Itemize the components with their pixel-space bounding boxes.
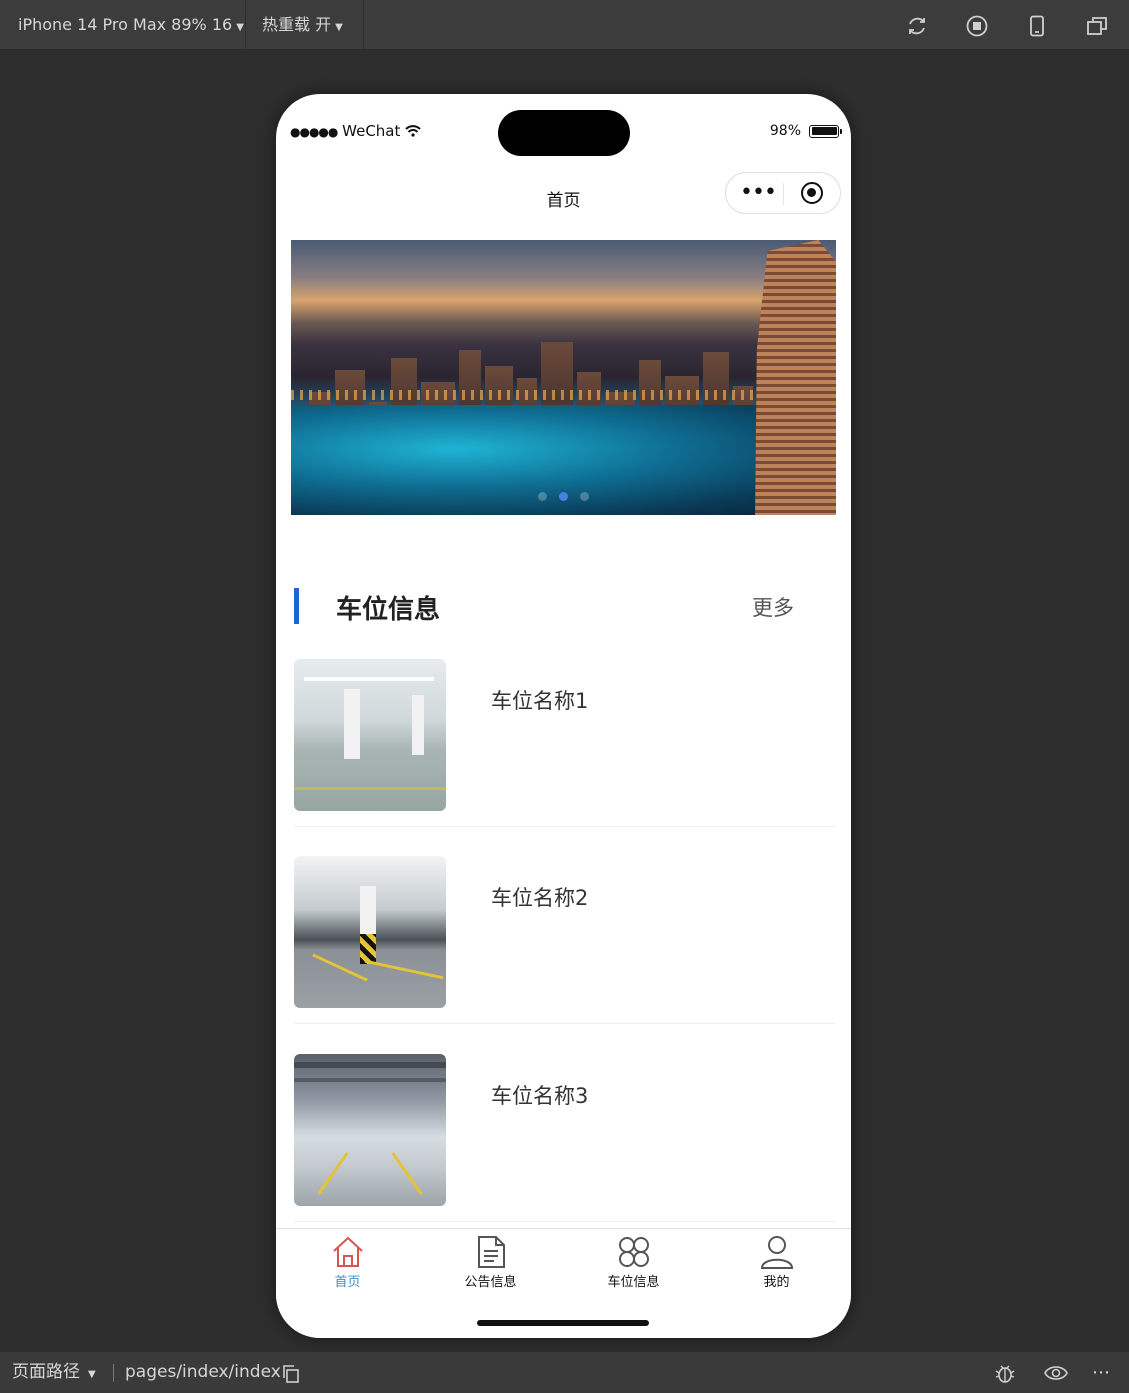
home-icon (332, 1236, 363, 1267)
hot-reload-label: 热重载 开 (262, 15, 332, 34)
banner-carousel[interactable] (291, 240, 836, 515)
parking-thumbnail (294, 659, 446, 811)
tower-building (755, 240, 836, 515)
status-bar-left: ●●●●● WeChat (290, 122, 421, 140)
more-icon[interactable]: ••• (740, 180, 777, 205)
list-item[interactable]: 车位名称2 (294, 856, 835, 1024)
carousel-dot[interactable] (538, 492, 547, 501)
list-item[interactable]: 车位名称3 (294, 1054, 835, 1222)
tab-home[interactable]: 首页 (276, 1235, 419, 1290)
divider (113, 1364, 114, 1382)
tab-profile-label: 我的 (763, 1275, 790, 1290)
chevron-down-icon: ▼ (236, 22, 244, 33)
tab-parking[interactable]: 车位信息 (562, 1235, 705, 1290)
refresh-icon[interactable] (905, 14, 929, 38)
bug-icon[interactable] (994, 1362, 1016, 1384)
status-bar-right: 98% (769, 123, 842, 139)
window-icon[interactable] (1085, 14, 1109, 38)
grid-icon (618, 1237, 649, 1267)
user-icon (760, 1236, 793, 1269)
tab-announcements-label: 公告信息 (464, 1275, 517, 1290)
carousel-dot-active[interactable] (559, 492, 568, 501)
page-path-label: 页面路径 (12, 1362, 80, 1382)
chevron-down-icon: ▼ (88, 1369, 96, 1380)
simulator-status-bar: 页面路径 ▼ pages/index/index ⋯ (0, 1352, 1129, 1393)
dynamic-island (498, 110, 630, 156)
device-selector[interactable]: iPhone 14 Pro Max 89% 16 ▼ (18, 0, 244, 50)
page-path-selector[interactable]: 页面路径 ▼ (12, 1352, 96, 1393)
phone-screen: ●●●●● WeChat 98% 首页 ••• 车位信息 更多 车位名称1 车位… (276, 94, 851, 1338)
parking-thumbnail (294, 856, 446, 1008)
home-indicator (477, 1320, 649, 1326)
battery-percent: 98% (769, 123, 801, 139)
more-link[interactable]: 更多 (752, 592, 794, 622)
battery-icon (809, 124, 842, 138)
tab-profile[interactable]: 我的 (705, 1235, 848, 1290)
carousel-dot[interactable] (580, 492, 589, 501)
hot-reload-toggle[interactable]: 热重载 开 ▼ (262, 0, 343, 50)
carrier-label: WeChat (342, 122, 401, 140)
chevron-down-icon: ▼ (335, 22, 343, 33)
divider (783, 183, 784, 205)
list-item[interactable]: 车位名称1 (294, 659, 835, 827)
divider (363, 0, 364, 50)
tab-announcements[interactable]: 公告信息 (419, 1235, 562, 1290)
item-name: 车位名称2 (491, 886, 589, 910)
copy-icon[interactable] (281, 1364, 301, 1384)
section-title: 车位信息 (336, 595, 441, 625)
tab-parking-label: 车位信息 (607, 1275, 660, 1290)
wifi-icon (405, 125, 421, 137)
item-name: 车位名称1 (491, 689, 589, 713)
city-lights (291, 390, 836, 400)
page-path-value: pages/index/index (125, 1362, 281, 1382)
signal-icon: ●●●●● (290, 125, 338, 139)
phone-icon[interactable] (1025, 14, 1049, 38)
more-options-icon[interactable]: ⋯ (1092, 1352, 1111, 1393)
parking-thumbnail (294, 1054, 446, 1206)
document-icon (477, 1236, 505, 1268)
tab-home-label: 首页 (334, 1275, 361, 1290)
carousel-indicator (291, 492, 836, 501)
close-miniprogram-icon[interactable] (801, 182, 823, 204)
divider (245, 0, 246, 50)
section-accent-bar (294, 588, 299, 624)
stop-icon[interactable] (965, 14, 989, 38)
item-name: 车位名称3 (491, 1084, 589, 1108)
eye-icon[interactable] (1043, 1362, 1069, 1384)
device-selector-label: iPhone 14 Pro Max 89% 16 (18, 15, 233, 34)
menu-capsule: ••• (725, 172, 841, 214)
simulator-toolbar: iPhone 14 Pro Max 89% 16 ▼ 热重载 开 ▼ (0, 0, 1129, 50)
